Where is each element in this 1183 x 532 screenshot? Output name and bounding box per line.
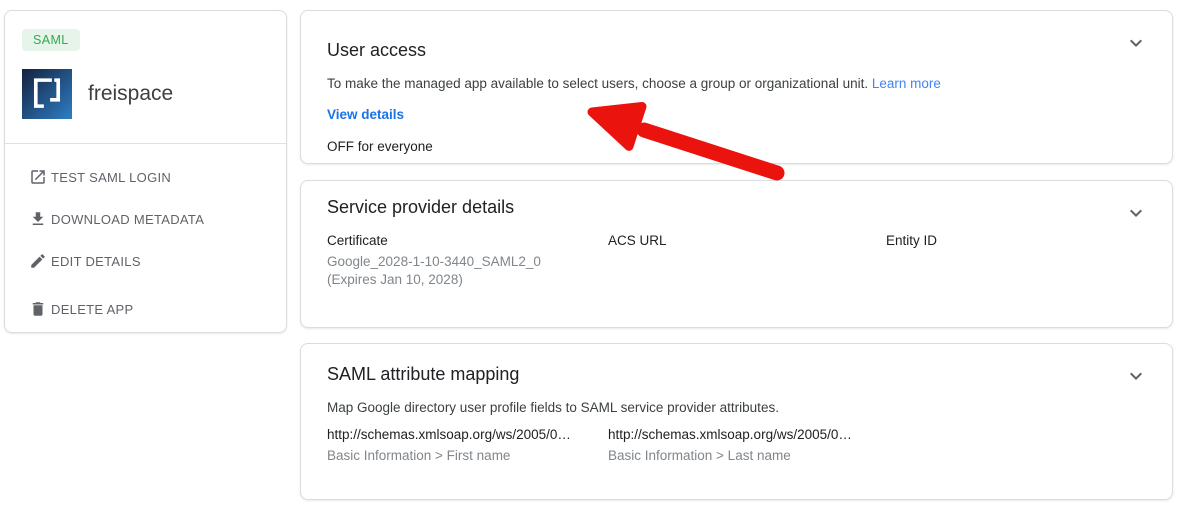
action-label: DELETE APP (51, 301, 134, 317)
open-in-new-icon (29, 168, 47, 186)
delete-app-button[interactable]: DELETE APP (5, 297, 286, 321)
action-label: DOWNLOAD METADATA (51, 211, 205, 227)
acs-url-column: ACS URL (608, 233, 667, 248)
saml-badge: SAML (22, 29, 80, 51)
download-icon (29, 210, 47, 228)
pencil-icon (29, 252, 47, 270)
download-metadata-button[interactable]: DOWNLOAD METADATA (5, 207, 286, 231)
learn-more-link[interactable]: Learn more (872, 76, 941, 91)
edit-details-button[interactable]: EDIT DETAILS (5, 249, 286, 273)
action-label: EDIT DETAILS (51, 253, 141, 269)
mapping-attribute: http://schemas.xmlsoap.org/ws/2005/0… (608, 427, 852, 442)
action-label: TEST SAML LOGIN (51, 169, 172, 185)
mapping-item: http://schemas.xmlsoap.org/ws/2005/0… Ba… (608, 427, 852, 463)
mapping-field: Basic Information > First name (327, 448, 511, 463)
divider (5, 143, 286, 144)
column-header: Certificate (327, 233, 388, 248)
attribute-mapping-card: SAML attribute mapping Map Google direct… (300, 343, 1173, 500)
entity-id-column: Entity ID (886, 233, 937, 248)
card-title: User access (327, 40, 427, 60)
mapping-attribute: http://schemas.xmlsoap.org/ws/2005/0… (327, 427, 571, 442)
chevron-down-icon[interactable] (1124, 31, 1148, 55)
column-header: Entity ID (886, 233, 938, 248)
mapping-field: Basic Information > Last name (608, 448, 791, 463)
mapping-item: http://schemas.xmlsoap.org/ws/2005/0… Ba… (327, 427, 571, 463)
test-saml-login-button[interactable]: TEST SAML LOGIN (5, 165, 286, 189)
user-access-card: User access To make the managed app avai… (300, 10, 1173, 164)
trash-icon (29, 300, 47, 318)
service-provider-card: Service provider details Certificate Goo… (300, 180, 1173, 328)
certificate-expiry: (Expires Jan 10, 2028) (327, 272, 463, 287)
column-header: ACS URL (608, 233, 667, 248)
app-info-card: SAML freispace TEST SAML LOGIN DOWNLOAD … (4, 10, 287, 333)
chevron-down-icon[interactable] (1124, 201, 1148, 225)
view-details-link[interactable]: View details (327, 107, 404, 122)
chevron-down-icon[interactable] (1124, 364, 1148, 388)
card-title: Service provider details (327, 197, 515, 217)
page: SAML freispace TEST SAML LOGIN DOWNLOAD … (0, 0, 1183, 532)
attribute-mapping-description: Map Google directory user profile fields… (327, 400, 779, 415)
user-access-status: OFF for everyone (327, 139, 433, 154)
certificate-name: Google_2028-1-10-3440_SAML2_0 (327, 254, 541, 269)
card-title: SAML attribute mapping (327, 364, 520, 384)
certificate-column: Certificate Google_2028-1-10-3440_SAML2_… (327, 233, 541, 289)
app-name: freispace (88, 82, 174, 105)
user-access-description: To make the managed app available to sel… (327, 76, 869, 91)
freispace-app-icon (22, 69, 72, 119)
